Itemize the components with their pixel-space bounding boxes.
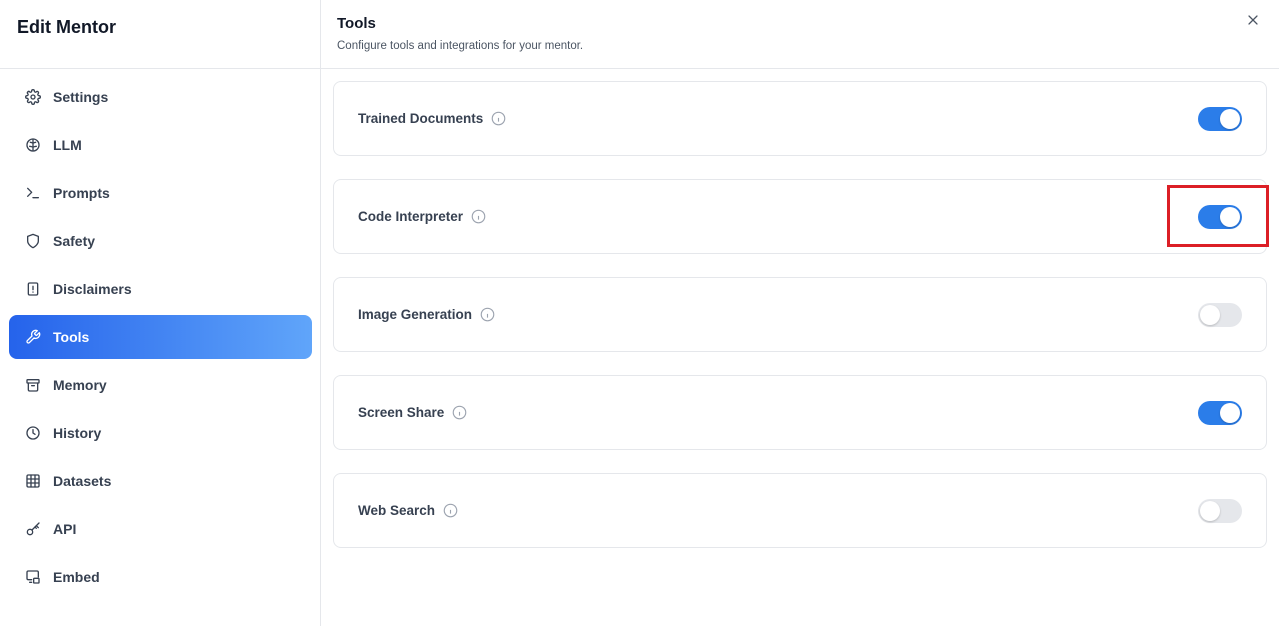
sidebar-title: Edit Mentor	[17, 17, 116, 37]
tool-label: Trained Documents	[358, 111, 506, 126]
toggle-knob	[1220, 403, 1240, 423]
sidebar-item-label: Prompts	[53, 185, 110, 201]
sidebar-item-label: Memory	[53, 377, 107, 393]
toggle-web-search[interactable]	[1198, 499, 1242, 523]
close-icon	[1248, 15, 1258, 25]
tool-name: Screen Share	[358, 405, 445, 420]
sidebar-item-embed[interactable]: Embed	[9, 555, 312, 599]
sidebar-item-safety[interactable]: Safety	[9, 219, 312, 263]
sidebar-item-llm[interactable]: LLM	[9, 123, 312, 167]
info-icon[interactable]	[480, 307, 495, 322]
main-panel: Tools Configure tools and integrations f…	[321, 0, 1279, 626]
toggle-screen-share[interactable]	[1198, 401, 1242, 425]
close-button[interactable]	[1245, 12, 1261, 28]
sidebar-item-prompts[interactable]: Prompts	[9, 171, 312, 215]
tool-name: Web Search	[358, 503, 436, 518]
tool-card-screen-share: Screen Share	[333, 375, 1267, 450]
toggle-knob	[1200, 501, 1220, 521]
sidebar-item-label: API	[53, 521, 77, 537]
sidebar-item-datasets[interactable]: Datasets	[9, 459, 312, 503]
sidebar-item-label: Disclaimers	[53, 281, 132, 297]
info-icon[interactable]	[471, 209, 486, 224]
tool-name: Code Interpreter	[358, 209, 464, 224]
toggle-knob	[1200, 305, 1220, 325]
brain-icon	[24, 136, 42, 154]
archive-icon	[24, 376, 42, 394]
tool-label: Web Search	[358, 503, 458, 518]
tool-card-trained-documents: Trained Documents	[333, 81, 1267, 156]
toggle-trained-documents[interactable]	[1198, 107, 1242, 131]
info-icon[interactable]	[443, 503, 458, 518]
alert-file-icon	[24, 280, 42, 298]
info-icon[interactable]	[452, 405, 467, 420]
sidebar-item-label: LLM	[53, 137, 82, 153]
wrench-icon	[24, 328, 42, 346]
sidebar-item-label: Safety	[53, 233, 96, 249]
shield-icon	[24, 232, 42, 250]
sidebar-nav: Settings LLM Prompts Safety Disclaimers	[9, 75, 312, 603]
sidebar-item-history[interactable]: History	[9, 411, 312, 455]
sidebar-item-label: History	[53, 425, 102, 441]
key-icon	[24, 520, 42, 538]
toggle-knob	[1220, 109, 1240, 129]
sidebar-item-api[interactable]: API	[9, 507, 312, 551]
tool-card-image-generation: Image Generation	[333, 277, 1267, 352]
info-icon[interactable]	[491, 111, 506, 126]
clock-icon	[24, 424, 42, 442]
sidebar-item-label: Datasets	[53, 473, 112, 489]
toggle-image-generation[interactable]	[1198, 303, 1242, 327]
main-header: Tools Configure tools and integrations f…	[321, 0, 1279, 69]
page-subtitle: Configure tools and integrations for you…	[337, 40, 584, 52]
sidebar-item-disclaimers[interactable]: Disclaimers	[9, 267, 312, 311]
grid-icon	[24, 472, 42, 490]
tool-card-web-search: Web Search	[333, 473, 1267, 548]
page-title: Tools	[337, 15, 376, 32]
sidebar-item-memory[interactable]: Memory	[9, 363, 312, 407]
toggle-code-interpreter[interactable]	[1198, 205, 1242, 229]
toggle-knob	[1220, 207, 1240, 227]
sidebar-item-label: Settings	[53, 89, 109, 105]
tool-card-code-interpreter: Code Interpreter	[333, 179, 1267, 254]
sidebar-item-label: Embed	[53, 569, 100, 585]
sidebar-item-tools[interactable]: Tools	[9, 315, 312, 359]
tool-label: Code Interpreter	[358, 209, 486, 224]
sidebar-item-settings[interactable]: Settings	[9, 75, 312, 119]
sidebar-item-label: Tools	[53, 329, 90, 345]
sidebar-header: Edit Mentor	[0, 0, 320, 69]
tool-name: Image Generation	[358, 307, 473, 322]
terminal-icon	[24, 184, 42, 202]
tool-label: Screen Share	[358, 405, 467, 420]
sidebar: Edit Mentor Settings LLM Prompts Safety	[0, 0, 321, 626]
tool-name: Trained Documents	[358, 111, 484, 126]
gear-icon	[24, 88, 42, 106]
embed-icon	[24, 568, 42, 586]
tool-label: Image Generation	[358, 307, 495, 322]
